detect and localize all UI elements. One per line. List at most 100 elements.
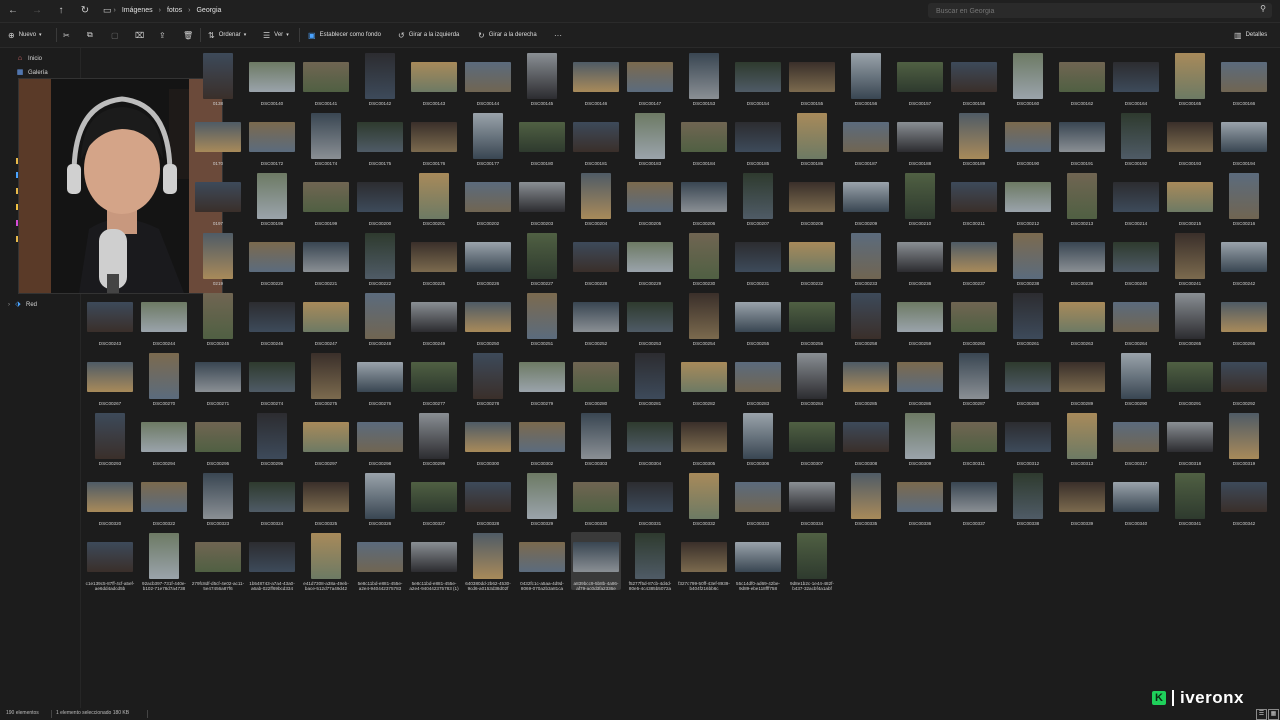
file-item[interactable]: DSC00303 (571, 412, 621, 470)
file-item[interactable]: DSC00267 (85, 352, 135, 410)
file-item[interactable]: DSC00154 (733, 52, 783, 110)
file-item[interactable]: DSC00330 (571, 472, 621, 530)
file-item[interactable]: DSC00213 (1057, 172, 1107, 230)
file-item[interactable]: DSC00248 (355, 292, 405, 350)
file-item[interactable]: DSC00208 (787, 172, 837, 230)
chevron-right-icon[interactable]: › (188, 7, 190, 14)
file-item[interactable]: 55c14df0-ad69-42be-9d89-ebe118fff758 (733, 532, 783, 591)
file-item[interactable]: DSC00240 (1111, 232, 1161, 290)
file-item[interactable]: DSC00278 (463, 352, 513, 410)
file-item[interactable]: DSC00155 (787, 52, 837, 110)
file-item[interactable]: DSC00193 (1165, 112, 1215, 170)
file-item[interactable]: DSC00204 (571, 172, 621, 230)
file-item[interactable]: DSC00284 (787, 352, 837, 410)
file-item[interactable]: DSC00140 (247, 52, 297, 110)
refresh-icon[interactable]: ↻ (78, 4, 92, 18)
file-item[interactable]: DSC00183 (625, 112, 675, 170)
file-item[interactable]: DSC00264 (1111, 292, 1161, 350)
file-item[interactable]: DSC00255 (733, 292, 783, 350)
file-item[interactable]: 0138 (193, 52, 243, 110)
file-item[interactable]: DSC00302 (517, 412, 567, 470)
file-item[interactable]: DSC00189 (949, 112, 999, 170)
file-item[interactable]: DSC00143 (409, 52, 459, 110)
file-item[interactable]: DSC00320 (85, 472, 135, 530)
file-item[interactable]: DSC00253 (625, 292, 675, 350)
breadcrumb-item-images[interactable]: Imágenes (122, 7, 153, 14)
file-item[interactable]: 9d8e1b2c-1e44-482f-b437-32acbf4a1abf (787, 532, 837, 591)
file-item[interactable]: DSC00299 (409, 412, 459, 470)
file-item[interactable]: DSC00307 (787, 412, 837, 470)
file-item[interactable]: DSC00194 (1219, 112, 1269, 170)
file-item[interactable]: 92acb397-731f-440e-b102-71e78d7a4738 (139, 532, 189, 591)
breadcrumb-item-georgia[interactable]: Georgia (196, 7, 221, 14)
file-item[interactable]: DSC00200 (355, 172, 405, 230)
file-item[interactable]: DSC00244 (139, 292, 189, 350)
file-item[interactable]: f5277f5d-87cb-4d4d-80e5-4c4385b5072a (625, 532, 675, 591)
delete-button[interactable]: 🗑 (183, 29, 197, 41)
file-item[interactable]: DSC00256 (787, 292, 837, 350)
file-item[interactable]: DSC00210 (895, 172, 945, 230)
file-item[interactable]: DSC00293 (85, 412, 135, 470)
file-item[interactable]: DSC00249 (409, 292, 459, 350)
file-item[interactable]: DSC00325 (301, 472, 351, 530)
file-item[interactable]: DSC00142 (355, 52, 405, 110)
file-item[interactable]: DSC00294 (139, 412, 189, 470)
sidebar-item-network[interactable]: › ⬗ Red (8, 300, 37, 310)
file-item[interactable]: DSC00227 (517, 232, 567, 290)
file-item[interactable]: DSC00336 (895, 472, 945, 530)
file-item[interactable]: DSC00306 (733, 412, 783, 470)
search-box[interactable]: ⚲ (928, 3, 1272, 19)
file-item[interactable]: DSC00146 (571, 52, 621, 110)
file-item[interactable]: DSC00319 (1219, 412, 1269, 470)
file-item[interactable]: DSC00326 (355, 472, 405, 530)
file-item[interactable]: DSC00270 (139, 352, 189, 410)
file-item[interactable]: DSC00337 (949, 472, 999, 530)
file-item[interactable]: DSC00279 (517, 352, 567, 410)
file-item[interactable]: DSC00300 (463, 412, 513, 470)
file-item[interactable]: DSC00242 (1219, 232, 1269, 290)
file-item[interactable]: DSC00221 (301, 232, 351, 290)
file-item[interactable]: DSC00199 (301, 172, 351, 230)
file-item[interactable]: DSC00296 (247, 412, 297, 470)
file-item[interactable]: DSC00211 (949, 172, 999, 230)
breadcrumb-item-fotos[interactable]: fotos (167, 7, 182, 14)
file-item[interactable]: DSC00322 (139, 472, 189, 530)
file-item[interactable]: DSC00144 (463, 52, 513, 110)
file-item[interactable]: DSC00258 (841, 292, 891, 350)
set-background-button[interactable]: ▣ Establecer como fondo (308, 29, 381, 41)
file-item[interactable]: DSC00185 (733, 112, 783, 170)
file-item[interactable]: DSC00277 (409, 352, 459, 410)
file-item[interactable]: DSC00226 (463, 232, 513, 290)
file-item[interactable]: DSC00287 (949, 352, 999, 410)
file-item[interactable]: DSC00172 (247, 112, 297, 170)
file-item[interactable]: DSC00206 (679, 172, 729, 230)
sort-button[interactable]: ⇅ Ordenar ▾ (208, 29, 246, 41)
monitor-icon[interactable]: ▭ (103, 5, 112, 16)
file-item[interactable]: DSC00187 (841, 112, 891, 170)
file-item[interactable]: DSC00290 (1111, 352, 1161, 410)
file-item[interactable]: DSC00181 (571, 112, 621, 170)
view-button[interactable]: ☰ Ver ▾ (263, 29, 289, 41)
file-item[interactable]: DSC00220 (247, 232, 297, 290)
paste-button[interactable]: ▢ (111, 29, 123, 41)
file-item[interactable]: 640380dd-2b62-4530-9cd6-a0153d38d02f (463, 532, 513, 591)
file-item[interactable]: DSC00232 (787, 232, 837, 290)
file-item[interactable]: DSC00156 (841, 52, 891, 110)
file-item[interactable]: DSC00276 (355, 352, 405, 410)
details-button[interactable]: ▥ Detalles (1234, 29, 1267, 41)
file-item[interactable]: DSC00225 (409, 232, 459, 290)
file-item[interactable]: DSC00147 (625, 52, 675, 110)
file-item[interactable]: 279fc8df-d5cf-4e02-ac11-5e47456a87f6 (192, 532, 244, 591)
file-item[interactable]: DSC00230 (679, 232, 729, 290)
file-item[interactable]: DSC00239 (1057, 232, 1107, 290)
file-item[interactable]: DSC00335 (841, 472, 891, 530)
file-item[interactable]: 0197 (193, 172, 243, 230)
file-item[interactable]: DSC00158 (949, 52, 999, 110)
file-item[interactable]: DSC00280 (571, 352, 621, 410)
file-item[interactable]: DSC00141 (301, 52, 351, 110)
file-item[interactable]: DSC00309 (895, 412, 945, 470)
file-item[interactable]: DSC00157 (895, 52, 945, 110)
file-item[interactable]: a839bcc9-5b8b-4a86-af79-ac0d3fa2336e (571, 532, 621, 591)
file-item[interactable]: DSC00305 (679, 412, 729, 470)
file-item[interactable]: DSC00282 (679, 352, 729, 410)
